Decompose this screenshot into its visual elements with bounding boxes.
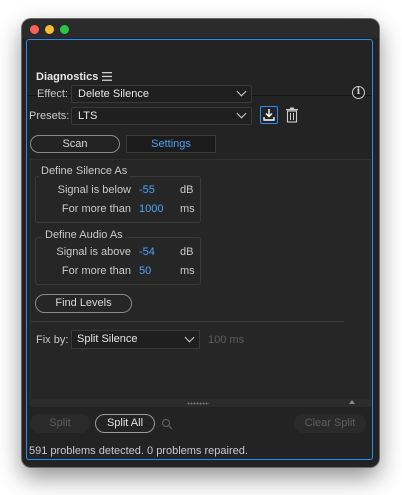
- audio-signal-label: Signal is above: [56, 246, 131, 258]
- fix-by-dropdown[interactable]: Split Silence: [71, 330, 200, 349]
- fix-by-label: Fix by:: [36, 334, 69, 346]
- minimize-window-button[interactable]: [45, 25, 54, 34]
- audio-signal-unit: dB: [180, 246, 194, 258]
- presets-value: LTS: [78, 110, 98, 122]
- silence-group-title: Define Silence As: [39, 165, 130, 177]
- fix-by-duration: 100 ms: [208, 334, 245, 346]
- audio-duration-value[interactable]: 50: [139, 265, 151, 277]
- audio-signal-value[interactable]: -54: [139, 246, 155, 258]
- presets-dropdown[interactable]: LTS: [71, 107, 252, 125]
- presets-label: Presets:: [29, 110, 70, 122]
- collapse-arrow-icon[interactable]: [349, 400, 355, 404]
- clear-split-button[interactable]: Clear Split: [294, 414, 366, 433]
- grip-dots-icon: [187, 402, 209, 405]
- trash-icon[interactable]: [285, 107, 299, 123]
- effect-dropdown[interactable]: Delete Silence: [71, 85, 252, 103]
- audio-duration-label: For more than: [61, 265, 131, 277]
- tab-scan[interactable]: Scan: [30, 135, 120, 153]
- diagnostics-window: Diagnostics Effect: Delete Silence i Pre…: [22, 19, 379, 467]
- info-icon[interactable]: i: [352, 86, 365, 99]
- silence-signal-value[interactable]: -55: [139, 184, 155, 196]
- silence-duration-value[interactable]: 1000: [139, 203, 163, 215]
- tab-settings[interactable]: Settings: [126, 135, 216, 153]
- chevron-down-icon: [184, 332, 195, 343]
- audio-group-title: Define Audio As: [43, 229, 125, 241]
- split-all-button[interactable]: Split All: [95, 414, 155, 433]
- find-levels-button[interactable]: Find Levels: [35, 294, 132, 313]
- silence-duration-label: For more than: [61, 203, 131, 215]
- window-titlebar: [22, 19, 379, 38]
- chevron-down-icon: [236, 86, 247, 97]
- silence-signal-label: Signal is below: [57, 184, 131, 196]
- settings-divider: [31, 321, 344, 322]
- close-window-button[interactable]: [30, 25, 39, 34]
- effect-value: Delete Silence: [78, 88, 149, 100]
- silence-signal-unit: dB: [180, 184, 194, 196]
- search-icon[interactable]: [161, 417, 173, 430]
- audio-duration-unit: ms: [180, 265, 195, 277]
- status-message: 591 problems detected. 0 problems repair…: [29, 445, 248, 457]
- fix-by-value: Split Silence: [77, 333, 138, 345]
- chevron-down-icon: [236, 108, 247, 119]
- zoom-window-button[interactable]: [60, 25, 69, 34]
- panel-title: Diagnostics: [36, 71, 99, 83]
- split-button[interactable]: Split: [30, 414, 90, 433]
- silence-duration-unit: ms: [180, 203, 195, 215]
- audio-group: [35, 237, 201, 285]
- hamburger-icon[interactable]: [102, 72, 112, 83]
- download-icon[interactable]: [260, 106, 278, 124]
- effect-label: Effect:: [37, 88, 68, 100]
